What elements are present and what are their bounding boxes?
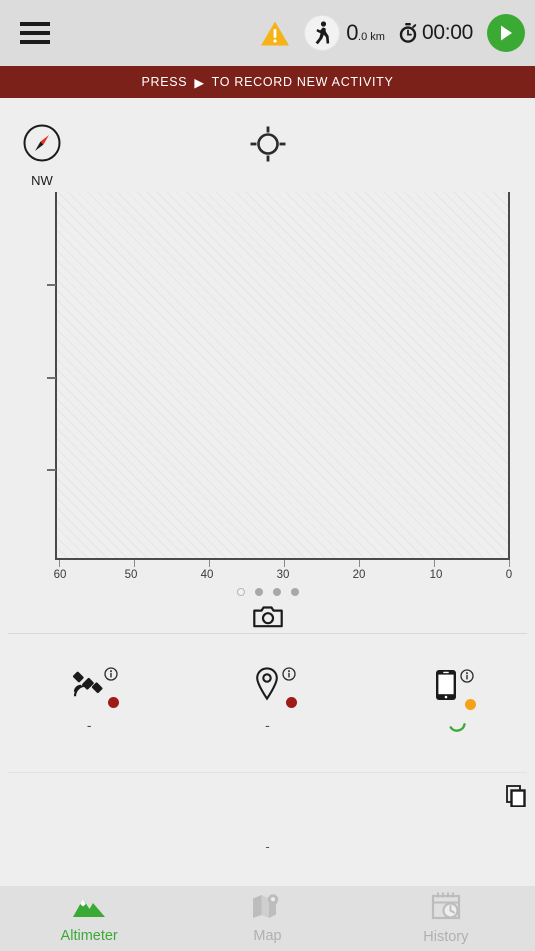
- sensor-device[interactable]: [357, 655, 535, 760]
- app-root: 0 .0 km 00:00 PRESS ▶ TO RECORD NEW ACTI: [0, 0, 535, 951]
- x-axis-label: 30: [276, 569, 290, 581]
- gps-crosshair-icon[interactable]: [250, 126, 286, 167]
- location-pin-icon: [255, 667, 279, 701]
- banner-play-triangle-icon: ▶: [194, 75, 205, 90]
- hamburger-bar: [20, 22, 50, 26]
- record-play-button[interactable]: [487, 14, 525, 52]
- sensor-value: -: [265, 717, 270, 733]
- compass-gps-row: NW: [0, 98, 535, 188]
- nav-item-altimeter[interactable]: Altimeter: [0, 893, 178, 944]
- nav-label-history: History: [423, 929, 469, 945]
- status-indicator-dot: [108, 697, 120, 708]
- map-pin-icon: [251, 893, 283, 924]
- hamburger-bar: [20, 40, 50, 44]
- x-axis-label: 20: [352, 569, 366, 581]
- info-circle-icon[interactable]: [104, 667, 118, 681]
- distance-unit: .0 km: [358, 31, 385, 43]
- x-axis-tick: [209, 560, 210, 567]
- status-indicator-dot: [464, 699, 476, 710]
- hamburger-bar: [20, 31, 50, 35]
- camera-icon: [252, 606, 283, 628]
- x-axis-tick: [284, 560, 285, 567]
- x-axis-label: 0: [505, 569, 513, 581]
- compass-widget[interactable]: NW: [22, 123, 62, 188]
- stopwatch-icon: [399, 23, 417, 43]
- play-button-icon: [501, 25, 512, 41]
- y-axis-tick: [47, 377, 56, 379]
- pagination-dot[interactable]: [290, 588, 299, 596]
- banner-prefix: PRESS: [141, 75, 188, 89]
- altitude-chart[interactable]: 60 50 40 30 20 10 0: [0, 188, 535, 588]
- mountain-icon: [72, 893, 106, 924]
- record-prompt-banner: PRESS ▶ TO RECORD NEW ACTIVITY: [0, 66, 535, 98]
- loading-spinner-icon: [447, 713, 467, 733]
- y-axis-tick: [47, 469, 56, 471]
- compass-icon: [23, 124, 61, 162]
- distance-display: 0 .0 km: [346, 20, 385, 46]
- sensor-satellite[interactable]: -: [0, 655, 178, 760]
- x-axis-tick: [434, 560, 435, 567]
- calendar-clock-icon: [430, 892, 462, 925]
- x-axis-label: 10: [429, 569, 443, 581]
- pagination-dot[interactable]: [254, 588, 263, 596]
- top-bar: 0 .0 km 00:00: [0, 0, 535, 66]
- y-axis-tick: [47, 284, 56, 286]
- sensor-value: -: [86, 717, 92, 733]
- camera-button[interactable]: [0, 604, 535, 628]
- satellite-icon: [72, 667, 106, 701]
- copy-layers-icon[interactable]: [506, 785, 526, 808]
- nav-label-map: Map: [253, 928, 282, 944]
- x-axis-tick: [134, 560, 135, 567]
- nav-item-history[interactable]: History: [357, 892, 535, 945]
- x-axis-label: 40: [200, 569, 214, 581]
- timer-value: 00:00: [421, 21, 473, 44]
- chart-plot-area: [55, 192, 510, 560]
- x-axis-tick: [59, 560, 60, 567]
- activity-type-chip[interactable]: [304, 15, 341, 51]
- lower-panel-value: -: [265, 839, 270, 854]
- hamburger-menu-icon[interactable]: [20, 22, 50, 44]
- x-axis-label: 60: [53, 569, 67, 581]
- timer-display: 00:00: [399, 21, 473, 45]
- status-indicator-dot: [286, 697, 298, 708]
- pagination-dot[interactable]: [236, 588, 245, 596]
- smartphone-icon: [435, 669, 457, 701]
- compass-direction-label: NW: [31, 173, 53, 188]
- x-axis-label: 50: [124, 569, 138, 581]
- nav-label-altimeter: Altimeter: [60, 928, 118, 944]
- walking-person-icon: [315, 21, 330, 45]
- distance-value: 0: [346, 20, 359, 45]
- info-circle-icon[interactable]: [282, 667, 297, 681]
- divider-above-sensors: [8, 633, 527, 634]
- x-axis-tick: [509, 560, 510, 567]
- x-axis-tick: [359, 560, 360, 567]
- warning-triangle-icon[interactable]: [260, 20, 290, 47]
- banner-suffix: TO RECORD NEW ACTIVITY: [211, 75, 394, 89]
- info-circle-icon[interactable]: [460, 669, 474, 683]
- chart-pagination-dots[interactable]: [0, 588, 535, 596]
- sensor-location[interactable]: -: [178, 655, 356, 760]
- bottom-navigation: Altimeter Map History: [0, 886, 535, 951]
- nav-item-map[interactable]: Map: [178, 893, 356, 944]
- pagination-dot[interactable]: [272, 588, 281, 596]
- sensor-status-row: - -: [0, 655, 535, 760]
- lower-stats-panel: -: [0, 773, 535, 886]
